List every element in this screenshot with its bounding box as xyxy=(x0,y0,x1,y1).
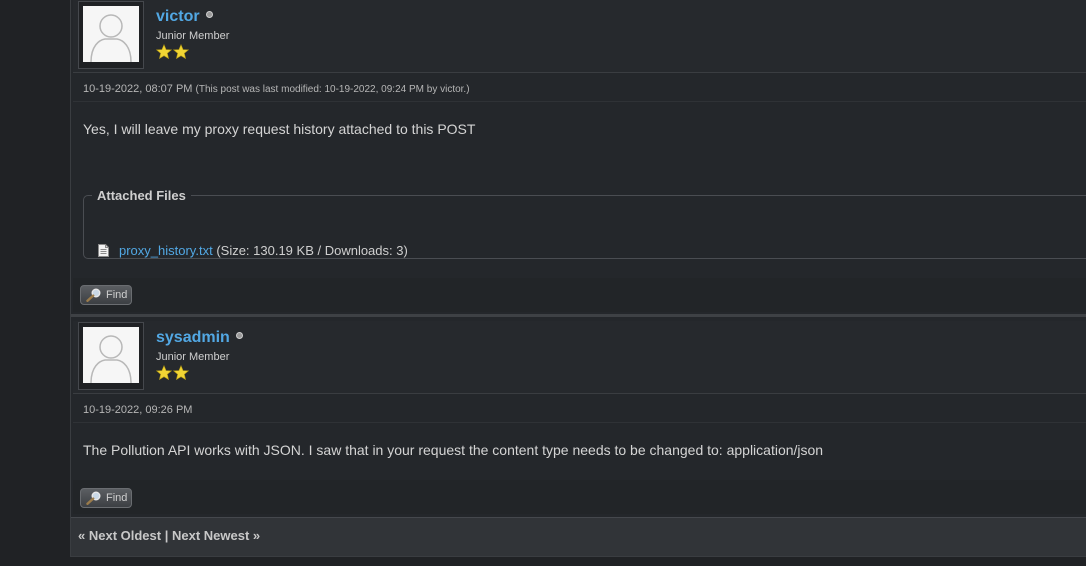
post-footer: Find xyxy=(73,480,1086,514)
post-message: The Pollution API works with JSON. I saw… xyxy=(83,442,824,458)
attachments-legend: Attached Files xyxy=(97,188,186,203)
attachment-info: (Size: 130.19 KB / Downloads: 3) xyxy=(216,243,408,258)
find-button[interactable]: Find xyxy=(80,488,132,508)
attachment-link[interactable]: proxy_history.txt xyxy=(119,243,213,258)
star-icon xyxy=(173,365,189,381)
avatar[interactable] xyxy=(83,327,139,383)
post-date-text: 10-19-2022, 09:26 PM xyxy=(83,404,193,416)
attachments-fieldset: Attached Files proxy_history.txt (Size: … xyxy=(83,188,1086,259)
post-edit-note: (This post was last modified: 10-19-2022… xyxy=(195,84,470,95)
avatar-frame[interactable] xyxy=(78,1,144,69)
thread-panel: victor Junior Member 10-19-2022, 08:07 P… xyxy=(70,0,1086,557)
username-link[interactable]: sysadmin xyxy=(156,329,230,347)
post-header: 10-19-2022, 08:07 PM (This post was last… xyxy=(73,73,1086,102)
avatar-frame[interactable] xyxy=(78,322,144,390)
post-separator xyxy=(71,314,1086,317)
user-title: Junior Member xyxy=(156,30,230,42)
username-link[interactable]: victor xyxy=(156,8,200,26)
nav-separator: | xyxy=(164,528,169,543)
next-newest-link[interactable]: Next Newest » xyxy=(172,528,260,543)
avatar[interactable] xyxy=(83,6,139,62)
find-button-label: Find xyxy=(106,289,128,301)
attachment-item: proxy_history.txt (Size: 130.19 KB / Dow… xyxy=(98,243,408,258)
user-stars xyxy=(156,44,190,65)
post-date: 10-19-2022, 08:07 PM (This post was last… xyxy=(83,83,470,95)
magnifier-icon xyxy=(86,288,101,302)
text-file-icon xyxy=(98,244,109,257)
post-date-text: 10-19-2022, 08:07 PM xyxy=(83,83,193,95)
thread-navigation-links: « Next Oldest | Next Newest » xyxy=(78,528,260,543)
default-avatar-icon xyxy=(83,327,139,383)
post-footer: Find xyxy=(73,278,1086,312)
star-icon xyxy=(156,44,172,60)
default-avatar-icon xyxy=(83,6,139,62)
thread-navigation: « Next Oldest | Next Newest » xyxy=(71,517,1086,556)
offline-status-icon xyxy=(206,11,213,18)
user-title: Junior Member xyxy=(156,351,230,363)
post-author-block: victor Junior Member xyxy=(73,0,1086,73)
post-header: 10-19-2022, 09:26 PM xyxy=(73,394,1086,423)
magnifier-icon xyxy=(86,491,101,505)
post-author-block: sysadmin Junior Member xyxy=(73,321,1086,394)
user-stars xyxy=(156,365,190,386)
star-icon xyxy=(173,44,189,60)
find-button-label: Find xyxy=(106,492,128,504)
post-message: Yes, I will leave my proxy request histo… xyxy=(83,121,476,137)
star-icon xyxy=(156,365,172,381)
next-oldest-link[interactable]: « Next Oldest xyxy=(78,528,161,543)
find-button[interactable]: Find xyxy=(80,285,132,305)
offline-status-icon xyxy=(236,332,243,339)
post-date: 10-19-2022, 09:26 PM xyxy=(83,404,192,416)
